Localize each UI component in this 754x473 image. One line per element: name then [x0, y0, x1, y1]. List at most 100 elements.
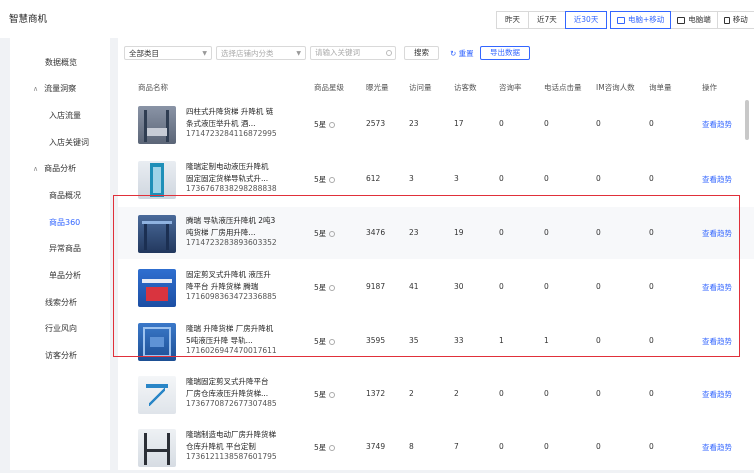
inquiries-cell: 0: [649, 442, 654, 451]
device-pc-button[interactable]: 电脑端: [670, 11, 718, 29]
range-yesterday-button[interactable]: 昨天: [496, 11, 529, 29]
date-range-group: 昨天 近7天 近30天: [496, 11, 608, 29]
reset-button[interactable]: ↻ 重置: [450, 46, 474, 60]
product-id: 1736121138587601795: [186, 452, 277, 461]
keyword-placeholder: 请输入关键词: [315, 48, 360, 57]
product-thumbnail[interactable]: [138, 376, 176, 414]
product-thumbnail[interactable]: [138, 429, 176, 467]
keyword-input[interactable]: 请输入关键词: [310, 46, 396, 60]
export-wrap: 导出数据: [480, 46, 530, 60]
sidebar-item-overview[interactable]: 数据概览: [45, 57, 77, 68]
help-icon[interactable]: [329, 339, 336, 345]
export-button[interactable]: 导出数据: [480, 46, 530, 60]
sidebar-item-store-traffic[interactable]: 入店流量: [49, 110, 81, 121]
product-thumbnail[interactable]: [138, 215, 176, 253]
sidebar-item-visitors[interactable]: 访客分析: [45, 350, 77, 361]
product-name[interactable]: 四柱式升降货梯 升降机 链条式液压举升机 酒...: [186, 106, 278, 129]
sidebar-item-industry[interactable]: 行业风向: [45, 323, 77, 334]
product-name[interactable]: 腾瑞 导轨液压升降机 2吨3吨货梯 厂房用升降...: [186, 215, 278, 238]
store-category-select[interactable]: 选择店铺内分类 ▼: [216, 46, 306, 60]
phone-clicks-cell: 0: [544, 228, 549, 237]
view-trend-link[interactable]: 查看趋势: [702, 442, 732, 453]
help-icon[interactable]: [329, 231, 336, 237]
view-trend-link[interactable]: 查看趋势: [702, 282, 732, 293]
monitor-icon: [677, 16, 686, 24]
visitors-cell: 19: [454, 228, 464, 237]
col-visits: 访问量: [409, 83, 432, 92]
consult-rate-cell: 0: [499, 174, 504, 183]
visits-cell: 8: [409, 442, 414, 451]
phone-clicks-cell: 0: [544, 119, 549, 128]
visitors-cell: 2: [454, 389, 459, 398]
visits-cell: 3: [409, 174, 414, 183]
view-trend-link[interactable]: 查看趋势: [702, 336, 732, 347]
inquiries-cell: 0: [649, 228, 654, 237]
product-name[interactable]: 隆瑞制造电动厂房升降货梯仓库升降机 平台定制: [186, 429, 278, 452]
visitors-cell: 3: [454, 174, 459, 183]
sidebar-item-store-keywords[interactable]: 入店关键词: [49, 137, 89, 148]
im-consults-cell: 0: [596, 174, 601, 183]
inquiries-cell: 0: [649, 336, 654, 345]
view-trend-link[interactable]: 查看趋势: [702, 389, 732, 400]
sidebar-group-products-label: 商品分析: [44, 164, 77, 173]
clear-icon[interactable]: [386, 50, 392, 56]
help-icon[interactable]: [329, 122, 336, 128]
keyword-field-wrap: 请输入关键词: [310, 46, 396, 60]
product-name[interactable]: 固定剪叉式升降机 液压升降平台 升降货梯 腾瑞: [186, 269, 278, 292]
im-consults-cell: 0: [596, 282, 601, 291]
product-thumbnail[interactable]: [138, 106, 176, 144]
table-row: 隆瑞 升降货梯 厂房升降机 5吨液压升降 导轨... 1716026947470…: [118, 315, 754, 367]
view-trend-link[interactable]: 查看趋势: [702, 119, 732, 130]
product-name[interactable]: 隆瑞 升降货梯 厂房升降机 5吨液压升降 导轨...: [186, 323, 278, 346]
exposure-cell: 3749: [366, 442, 386, 451]
product-id: 1736770872677307485: [186, 399, 277, 408]
view-trend-link[interactable]: 查看趋势: [702, 228, 732, 239]
product-id: 1714723284116872995: [186, 129, 277, 138]
phone-clicks-cell: 0: [544, 174, 549, 183]
star-value: 5星: [314, 337, 327, 346]
product-id: 1716098363472336885: [186, 292, 277, 301]
help-icon[interactable]: [329, 177, 336, 183]
product-thumbnail[interactable]: [138, 161, 176, 199]
table-scrollbar[interactable]: [745, 100, 749, 140]
range-30days-button[interactable]: 近30天: [564, 11, 608, 29]
star-cell: 5星: [314, 228, 336, 239]
category-select[interactable]: 全部类目 ▼: [124, 46, 212, 60]
inquiries-cell: 0: [649, 174, 654, 183]
sidebar-item-product-overview[interactable]: 商品概况: [49, 190, 81, 201]
consult-rate-cell: 0: [499, 119, 504, 128]
device-mobile-button[interactable]: 移动: [716, 11, 754, 29]
visitors-cell: 30: [454, 282, 464, 291]
refresh-icon: ↻: [450, 48, 459, 58]
star-value: 5星: [314, 120, 327, 129]
table-row: 隆瑞制造电动厂房升降货梯仓库升降机 平台定制 17361211385876017…: [118, 421, 754, 473]
star-value: 5星: [314, 443, 327, 452]
table-row: 隆瑞定制电动液压升降机 固定固定货梯导轨式升... 17367678382982…: [118, 153, 754, 205]
col-actions: 操作: [702, 83, 717, 92]
phone-clicks-cell: 0: [544, 442, 549, 451]
phone-clicks-cell: 0: [544, 389, 549, 398]
sidebar-item-abnormal-products[interactable]: 异常商品: [49, 243, 81, 254]
search-button[interactable]: 搜索: [404, 46, 439, 60]
product-thumbnail[interactable]: [138, 323, 176, 361]
star-value: 5星: [314, 390, 327, 399]
range-7days-button[interactable]: 近7天: [528, 11, 566, 29]
product-name[interactable]: 隆瑞定制电动液压升降机 固定固定货梯导轨式升...: [186, 161, 278, 184]
product-name[interactable]: 隆瑞固定剪叉式升降平台 厂房仓库液压升降货梯...: [186, 376, 278, 399]
sidebar-item-single-product[interactable]: 单品分析: [49, 270, 81, 281]
consult-rate-cell: 0: [499, 228, 504, 237]
top-bar: 智慧商机 昨天 近7天 近30天 电脑+移动 电脑端 移动: [0, 0, 754, 38]
device-all-button[interactable]: 电脑+移动: [610, 11, 672, 29]
sidebar-group-products[interactable]: ∧ 商品分析: [33, 163, 76, 174]
help-icon[interactable]: [329, 392, 336, 398]
help-icon[interactable]: [329, 285, 336, 291]
star-cell: 5星: [314, 336, 336, 347]
phone-clicks-cell: 0: [544, 282, 549, 291]
device-group: 电脑+移动 电脑端 移动: [610, 11, 754, 29]
sidebar-group-traffic[interactable]: ∧ 流量洞察: [33, 83, 76, 94]
help-icon[interactable]: [329, 445, 336, 451]
sidebar-item-product360[interactable]: 商品360: [49, 217, 80, 228]
sidebar-item-leads[interactable]: 线索分析: [45, 297, 77, 308]
product-thumbnail[interactable]: [138, 269, 176, 307]
view-trend-link[interactable]: 查看趋势: [702, 174, 732, 185]
